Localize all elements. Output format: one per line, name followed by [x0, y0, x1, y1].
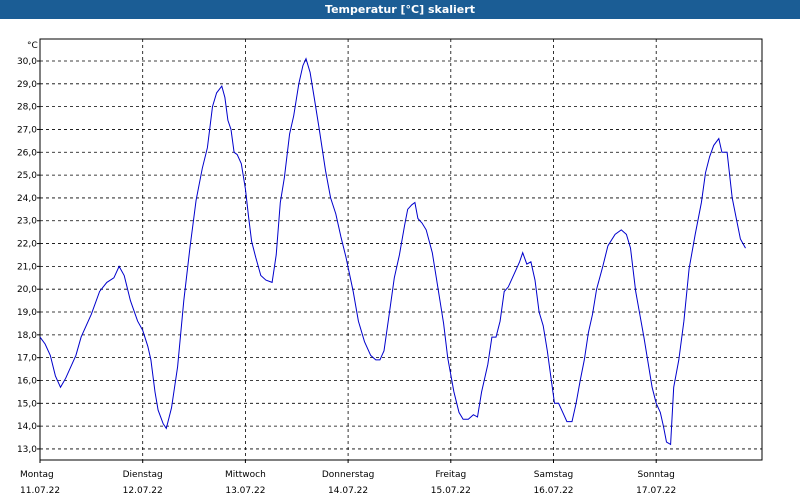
x-tick-date-label: 11.07.22 — [20, 486, 60, 496]
x-tick-day-label: Sonntag — [638, 470, 675, 480]
chart-area: 13,0 14,0 15,0 16,0 17,0 18,0 19,0 20,0 21,0 22,0… — [0, 19, 800, 500]
y-tick-label: 22,0 — [17, 240, 37, 250]
y-tick-label: 25,0 — [17, 171, 37, 181]
chart-title-bar: Temperatur [°C] skaliert — [0, 0, 800, 19]
y-tick-label: 16,0 — [17, 376, 37, 386]
y-tick-labels: 13,0 14,0 15,0 16,0 17,0 18,0 19,0 20,0 21,0 22,0… — [17, 57, 37, 455]
x-tick-date-label: 13.07.22 — [225, 486, 265, 496]
y-tick-label: 14,0 — [17, 422, 37, 432]
y-tick-label: 23,0 — [17, 217, 37, 227]
y-tick-label: 17,0 — [17, 354, 37, 364]
y-tick-label: 24,0 — [17, 194, 37, 204]
x-tick-day-label: Samstag — [534, 470, 573, 480]
x-tick-day-label: Donnerstag — [322, 470, 375, 480]
x-tick-date-label: 16.07.22 — [533, 486, 573, 496]
chart-title: Temperatur [°C] skaliert — [325, 3, 475, 16]
y-tick-label: 21,0 — [17, 262, 37, 272]
y-tick-label: 13,0 — [17, 445, 37, 455]
x-tick-date-label: 12.07.22 — [123, 486, 163, 496]
x-tick-day-label: Freitag — [435, 470, 466, 480]
y-tick-label: 20,0 — [17, 285, 37, 295]
x-tick-labels: Montag 11.07.22 Dienstag 12.07.22 Mittwoch 13… — [20, 470, 676, 496]
y-tick-label: 28,0 — [17, 103, 37, 113]
y-tick-label: 19,0 — [17, 308, 37, 318]
x-tick-date-label: 17.07.22 — [636, 486, 676, 496]
y-tick-label: 18,0 — [17, 331, 37, 341]
x-tick-date-label: 15.07.22 — [431, 486, 471, 496]
temperature-chart: 13,0 14,0 15,0 16,0 17,0 18,0 19,0 20,0 21,0 22,0… — [17, 38, 763, 496]
y-tick-label: 26,0 — [17, 148, 37, 158]
x-tick-date-label: 14.07.22 — [328, 486, 368, 496]
y-unit-label: °C — [27, 41, 38, 51]
x-tick-day-label: Montag — [20, 470, 54, 480]
y-tick-label: 27,0 — [17, 125, 37, 135]
y-tick-label: 30,0 — [17, 57, 37, 67]
plot-frame — [39, 38, 763, 461]
x-tick-day-label: Dienstag — [123, 470, 163, 480]
y-tick-label: 15,0 — [17, 399, 37, 409]
x-tick-day-label: Mittwoch — [225, 470, 266, 480]
y-tick-label: 29,0 — [17, 80, 37, 90]
